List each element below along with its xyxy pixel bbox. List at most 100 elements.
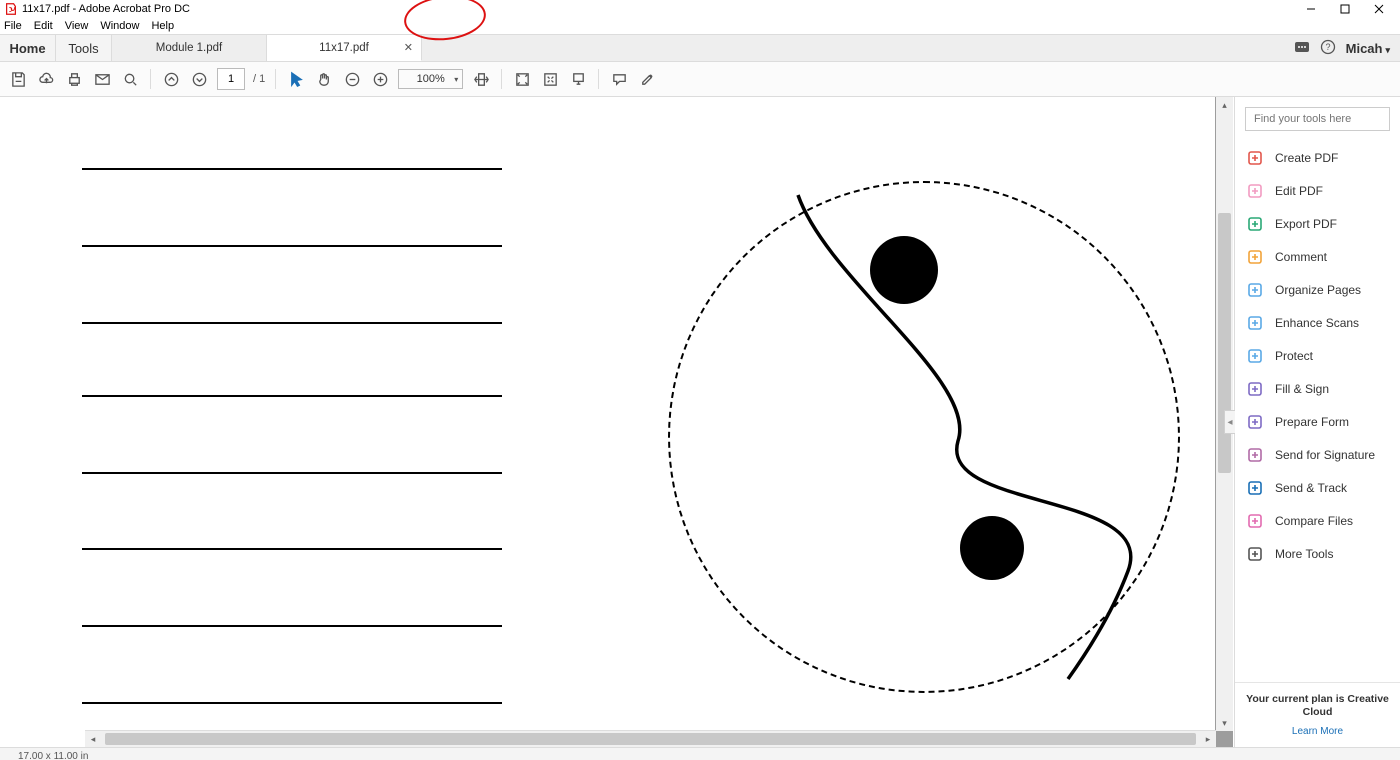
tool-label: Send for Signature <box>1275 448 1375 462</box>
tool-icon <box>1247 315 1263 331</box>
tool-item-comment[interactable]: Comment <box>1235 240 1400 273</box>
tool-label: More Tools <box>1275 547 1333 561</box>
help-icon[interactable]: ? <box>1320 39 1336 58</box>
pan-hand-icon[interactable] <box>314 69 334 89</box>
cloud-upload-icon[interactable] <box>36 69 56 89</box>
tool-icon <box>1247 513 1263 529</box>
window-minimize-button[interactable] <box>1294 1 1328 17</box>
print-icon[interactable] <box>64 69 84 89</box>
scroll-up-icon[interactable]: ▴ <box>1216 97 1233 113</box>
read-mode-icon[interactable] <box>568 69 588 89</box>
tool-icon <box>1247 447 1263 463</box>
menu-file[interactable]: File <box>4 20 22 32</box>
tool-label: Create PDF <box>1275 151 1338 165</box>
tool-label: Prepare Form <box>1275 415 1349 429</box>
scroll-down-icon[interactable]: ▾ <box>1216 715 1233 731</box>
writing-line <box>82 168 502 170</box>
menu-bar: File Edit View Window Help <box>0 18 1400 34</box>
comment-bubble-icon[interactable] <box>609 69 629 89</box>
svg-text:?: ? <box>1325 42 1330 52</box>
tool-item-prepare-form[interactable]: Prepare Form <box>1235 405 1400 438</box>
tool-label: Enhance Scans <box>1275 316 1359 330</box>
tool-label: Send & Track <box>1275 481 1347 495</box>
window-titlebar: 11x17.pdf - Adobe Acrobat Pro DC <box>0 0 1400 18</box>
tool-item-create-pdf[interactable]: Create PDF <box>1235 141 1400 174</box>
fit-visible-icon[interactable] <box>540 69 560 89</box>
main-toolbar: / 1 100% ▾ <box>0 61 1400 97</box>
tool-icon <box>1247 183 1263 199</box>
main-area: ▸ ▴ ▾ ◂ <box>0 97 1400 747</box>
tool-icon <box>1247 216 1263 232</box>
scroll-thumb[interactable] <box>1218 213 1231 473</box>
scroll-left-icon[interactable]: ◂ <box>85 732 101 748</box>
writing-line <box>82 395 502 397</box>
arrow-select-icon[interactable] <box>286 69 306 89</box>
tool-label: Organize Pages <box>1275 283 1361 297</box>
fit-page-icon[interactable] <box>512 69 532 89</box>
user-menu[interactable]: Micah▾ <box>1346 41 1390 56</box>
zoom-level-value: 100% <box>417 73 445 85</box>
page-total-label: / 1 <box>253 73 265 85</box>
tool-item-enhance-scans[interactable]: Enhance Scans <box>1235 306 1400 339</box>
tool-icon <box>1247 348 1263 364</box>
tab-home[interactable]: Home <box>0 35 56 61</box>
tool-item-export-pdf[interactable]: Export PDF <box>1235 207 1400 240</box>
menu-view[interactable]: View <box>65 20 89 32</box>
tool-item-organize-pages[interactable]: Organize Pages <box>1235 273 1400 306</box>
scroll-right-icon[interactable]: ▸ <box>1200 731 1216 747</box>
zoom-out-icon[interactable] <box>342 69 362 89</box>
tab-tools[interactable]: Tools <box>56 35 112 61</box>
user-name: Micah <box>1346 41 1383 56</box>
document-page[interactable] <box>0 97 1215 747</box>
window-maximize-button[interactable] <box>1328 1 1362 17</box>
save-icon[interactable] <box>8 69 28 89</box>
tools-search-input[interactable] <box>1245 107 1390 131</box>
writing-line <box>82 702 502 704</box>
tool-item-more-tools[interactable]: More Tools <box>1235 537 1400 570</box>
tabs-row: Home Tools Module 1.pdf 11x17.pdf ✕ ? Mi… <box>0 34 1400 61</box>
tool-icon <box>1247 480 1263 496</box>
tool-label: Edit PDF <box>1275 184 1323 198</box>
document-tab-1[interactable]: 11x17.pdf ✕ <box>267 35 422 61</box>
tool-item-compare-files[interactable]: Compare Files <box>1235 504 1400 537</box>
search-icon[interactable] <box>120 69 140 89</box>
page-up-icon[interactable] <box>161 69 181 89</box>
menu-edit[interactable]: Edit <box>34 20 53 32</box>
yin-yang-dot-top <box>870 236 938 304</box>
highlight-icon[interactable] <box>637 69 657 89</box>
tool-label: Protect <box>1275 349 1313 363</box>
horizontal-scrollbar[interactable]: ◂ ▸ <box>85 730 1216 747</box>
page-down-icon[interactable] <box>189 69 209 89</box>
zoom-in-icon[interactable] <box>370 69 390 89</box>
scroll-thumb[interactable] <box>105 733 1196 745</box>
window-close-button[interactable] <box>1362 1 1396 17</box>
zoom-level-dropdown[interactable]: 100% ▾ <box>398 69 463 89</box>
email-icon[interactable] <box>92 69 112 89</box>
tool-item-send-for-signature[interactable]: Send for Signature <box>1235 438 1400 471</box>
tool-item-edit-pdf[interactable]: Edit PDF <box>1235 174 1400 207</box>
close-tab-icon[interactable]: ✕ <box>404 41 413 54</box>
document-tab-label: Module 1.pdf <box>156 42 223 54</box>
page-dimensions: 17.00 x 11.00 in <box>18 751 88 760</box>
tool-label: Export PDF <box>1275 217 1337 231</box>
window-title: 11x17.pdf - Adobe Acrobat Pro DC <box>22 3 190 15</box>
fit-width-icon[interactable] <box>471 69 491 89</box>
document-tab-0[interactable]: Module 1.pdf <box>112 35 267 61</box>
learn-more-link[interactable]: Learn More <box>1241 726 1394 737</box>
tool-item-protect[interactable]: Protect <box>1235 339 1400 372</box>
right-panel-toggle[interactable]: ◂ <box>1224 410 1235 434</box>
tool-item-send-track[interactable]: Send & Track <box>1235 471 1400 504</box>
writing-line <box>82 548 502 550</box>
document-region: ▴ ▾ ◂ ▸ <box>0 97 1233 747</box>
page-number-input[interactable] <box>217 68 245 90</box>
plan-text: Your current plan is Creative Cloud <box>1241 693 1394 720</box>
tool-item-fill-sign[interactable]: Fill & Sign <box>1235 372 1400 405</box>
menu-help[interactable]: Help <box>151 20 174 32</box>
tool-label: Comment <box>1275 250 1327 264</box>
yin-yang-dot-bottom <box>960 516 1024 580</box>
menu-window[interactable]: Window <box>100 20 139 32</box>
notifications-icon[interactable] <box>1294 39 1310 58</box>
tool-label: Compare Files <box>1275 514 1353 528</box>
tool-icon <box>1247 150 1263 166</box>
writing-line <box>82 245 502 247</box>
